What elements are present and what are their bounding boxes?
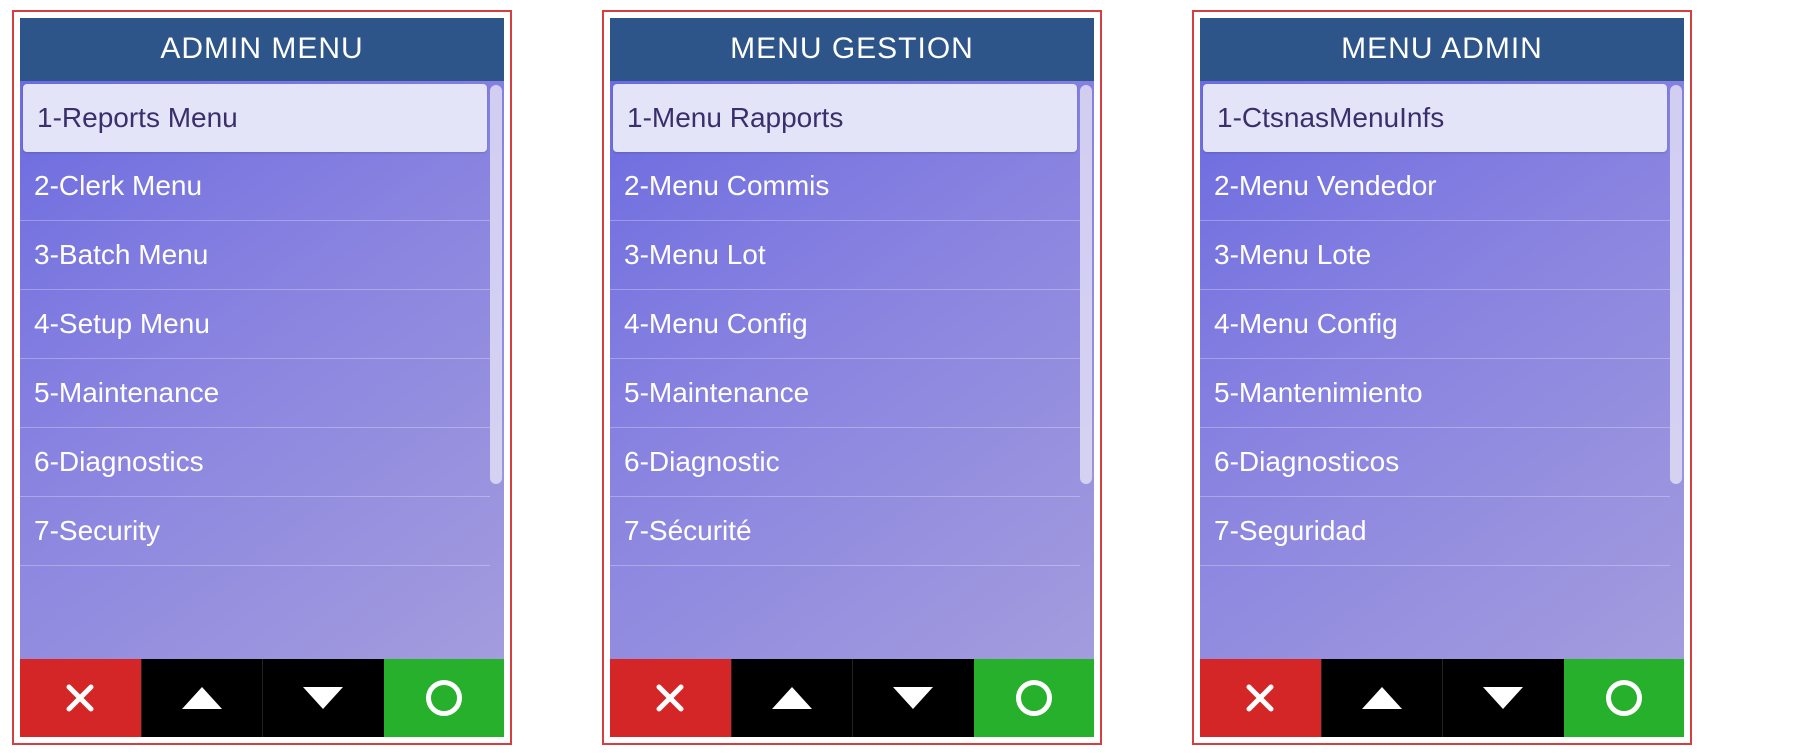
- up-button[interactable]: [1321, 659, 1443, 737]
- menu-item-1[interactable]: 1-Reports Menu: [23, 84, 487, 152]
- menu-list: 1-Reports Menu 2-Clerk Menu 3-Batch Menu…: [20, 81, 490, 659]
- device-inner: MENU ADMIN 1-CtsnasMenuInfs 2-Menu Vende…: [1200, 18, 1684, 737]
- menu-item-7[interactable]: 7-Seguridad: [1200, 497, 1670, 566]
- menu-item-5[interactable]: 5-Maintenance: [20, 359, 490, 428]
- menu-item-4[interactable]: 4-Menu Config: [1200, 290, 1670, 359]
- menu-item-6[interactable]: 6-Diagnosticos: [1200, 428, 1670, 497]
- menu-item-6[interactable]: 6-Diagnostics: [20, 428, 490, 497]
- arrow-up-icon: [772, 687, 812, 709]
- screen-title: MENU ADMIN: [1200, 18, 1684, 81]
- down-button[interactable]: [1442, 659, 1564, 737]
- arrow-down-icon: [1483, 687, 1523, 709]
- scroll-thumb[interactable]: [1080, 85, 1092, 484]
- down-button[interactable]: [852, 659, 974, 737]
- cancel-button[interactable]: [610, 659, 731, 737]
- down-button[interactable]: [262, 659, 384, 737]
- device-inner: MENU GESTION 1-Menu Rapports 2-Menu Comm…: [610, 18, 1094, 737]
- device-screen-1: MENU GESTION 1-Menu Rapports 2-Menu Comm…: [602, 10, 1102, 745]
- menu-item-7[interactable]: 7-Sécurité: [610, 497, 1080, 566]
- scrollbar[interactable]: [490, 85, 502, 655]
- ok-button[interactable]: [1564, 659, 1685, 737]
- menu-item-3[interactable]: 3-Batch Menu: [20, 221, 490, 290]
- menu-body: 1-CtsnasMenuInfs 2-Menu Vendedor 3-Menu …: [1200, 81, 1684, 659]
- x-icon: [63, 681, 97, 715]
- menu-list: 1-Menu Rapports 2-Menu Commis 3-Menu Lot…: [610, 81, 1080, 659]
- arrow-up-icon: [1362, 687, 1402, 709]
- nav-bar: [20, 659, 504, 737]
- x-icon: [1243, 681, 1277, 715]
- menu-item-3[interactable]: 3-Menu Lot: [610, 221, 1080, 290]
- menu-item-2[interactable]: 2-Menu Vendedor: [1200, 152, 1670, 221]
- scroll-thumb[interactable]: [490, 85, 502, 484]
- circle-icon: [426, 680, 462, 716]
- up-button[interactable]: [141, 659, 263, 737]
- menu-item-4[interactable]: 4-Menu Config: [610, 290, 1080, 359]
- menu-item-1[interactable]: 1-Menu Rapports: [613, 84, 1077, 152]
- x-icon: [653, 681, 687, 715]
- device-inner: ADMIN MENU 1-Reports Menu 2-Clerk Menu 3…: [20, 18, 504, 737]
- ok-button[interactable]: [974, 659, 1095, 737]
- screen-title: ADMIN MENU: [20, 18, 504, 81]
- menu-item-5[interactable]: 5-Mantenimiento: [1200, 359, 1670, 428]
- cancel-button[interactable]: [20, 659, 141, 737]
- menu-item-2[interactable]: 2-Menu Commis: [610, 152, 1080, 221]
- menu-item-6[interactable]: 6-Diagnostic: [610, 428, 1080, 497]
- menu-item-2[interactable]: 2-Clerk Menu: [20, 152, 490, 221]
- menu-item-1[interactable]: 1-CtsnasMenuInfs: [1203, 84, 1667, 152]
- circle-icon: [1606, 680, 1642, 716]
- arrow-up-icon: [182, 687, 222, 709]
- scrollbar[interactable]: [1670, 85, 1682, 655]
- nav-bar: [610, 659, 1094, 737]
- cancel-button[interactable]: [1200, 659, 1321, 737]
- ok-button[interactable]: [384, 659, 505, 737]
- screen-title: MENU GESTION: [610, 18, 1094, 81]
- menu-item-5[interactable]: 5-Maintenance: [610, 359, 1080, 428]
- circle-icon: [1016, 680, 1052, 716]
- nav-bar: [1200, 659, 1684, 737]
- menu-body: 1-Menu Rapports 2-Menu Commis 3-Menu Lot…: [610, 81, 1094, 659]
- device-screen-0: ADMIN MENU 1-Reports Menu 2-Clerk Menu 3…: [12, 10, 512, 745]
- arrow-down-icon: [893, 687, 933, 709]
- up-button[interactable]: [731, 659, 853, 737]
- menu-item-3[interactable]: 3-Menu Lote: [1200, 221, 1670, 290]
- menu-body: 1-Reports Menu 2-Clerk Menu 3-Batch Menu…: [20, 81, 504, 659]
- arrow-down-icon: [303, 687, 343, 709]
- menu-item-7[interactable]: 7-Security: [20, 497, 490, 566]
- scrollbar[interactable]: [1080, 85, 1092, 655]
- menu-list: 1-CtsnasMenuInfs 2-Menu Vendedor 3-Menu …: [1200, 81, 1670, 659]
- scroll-thumb[interactable]: [1670, 85, 1682, 484]
- device-screen-2: MENU ADMIN 1-CtsnasMenuInfs 2-Menu Vende…: [1192, 10, 1692, 745]
- menu-item-4[interactable]: 4-Setup Menu: [20, 290, 490, 359]
